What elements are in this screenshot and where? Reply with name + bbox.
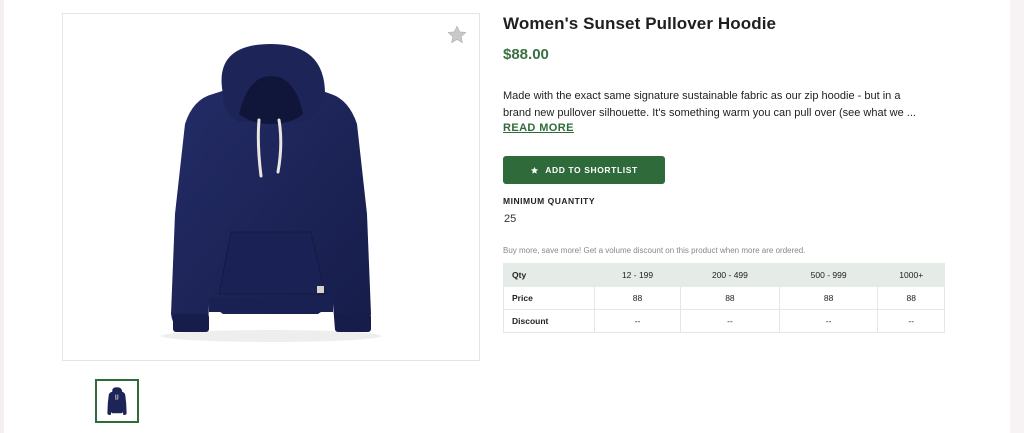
add-to-shortlist-label: ADD TO SHORTLIST <box>545 165 638 175</box>
star-icon <box>531 166 539 174</box>
product-price: $88.00 <box>503 46 549 63</box>
product-thumbnail[interactable] <box>95 379 139 423</box>
star-icon[interactable] <box>446 24 468 46</box>
header-cell: 1000+ <box>877 263 945 287</box>
hoodie-image <box>161 44 381 342</box>
table-cell: -- <box>593 309 682 333</box>
volume-discount-note: Buy more, save more! Get a volume discou… <box>503 246 806 255</box>
table-cell: 88 <box>680 286 780 310</box>
description-line: brand new pullover silhouette. It's some… <box>503 107 916 119</box>
product-main-image <box>62 13 480 361</box>
volume-pricing-table: Qty 12 - 199 200 - 499 500 - 999 1000+ P… <box>503 263 945 333</box>
minimum-quantity-label: MINIMUM QUANTITY <box>503 196 596 206</box>
page-left-edge <box>0 0 4 433</box>
header-cell: Qty <box>503 263 595 287</box>
description-line: Made with the exact same signature susta… <box>503 90 901 102</box>
table-cell: 88 <box>593 286 682 310</box>
header-cell: 500 - 999 <box>778 263 879 287</box>
header-cell: 12 - 199 <box>593 263 682 287</box>
header-cell: 200 - 499 <box>680 263 780 287</box>
table-cell: 88 <box>778 286 879 310</box>
table-row: Discount -- -- -- -- <box>503 309 945 333</box>
hoodie-thumbnail-icon <box>107 387 127 415</box>
product-description: Made with the exact same signature susta… <box>503 88 943 122</box>
page-right-edge <box>1010 0 1024 433</box>
table-cell: -- <box>680 309 780 333</box>
table-cell: Price <box>503 286 595 310</box>
table-cell: 88 <box>877 286 945 310</box>
table-cell: Discount <box>503 309 595 333</box>
add-to-shortlist-button[interactable]: ADD TO SHORTLIST <box>503 156 665 184</box>
table-cell: -- <box>778 309 879 333</box>
read-more-link[interactable]: READ MORE <box>503 122 574 134</box>
minimum-quantity-value: 25 <box>504 213 517 225</box>
product-title: Women's Sunset Pullover Hoodie <box>503 14 777 33</box>
table-cell: -- <box>877 309 945 333</box>
pricing-header-row: Qty 12 - 199 200 - 499 500 - 999 1000+ <box>503 263 945 287</box>
table-row: Price 88 88 88 88 <box>503 286 945 310</box>
